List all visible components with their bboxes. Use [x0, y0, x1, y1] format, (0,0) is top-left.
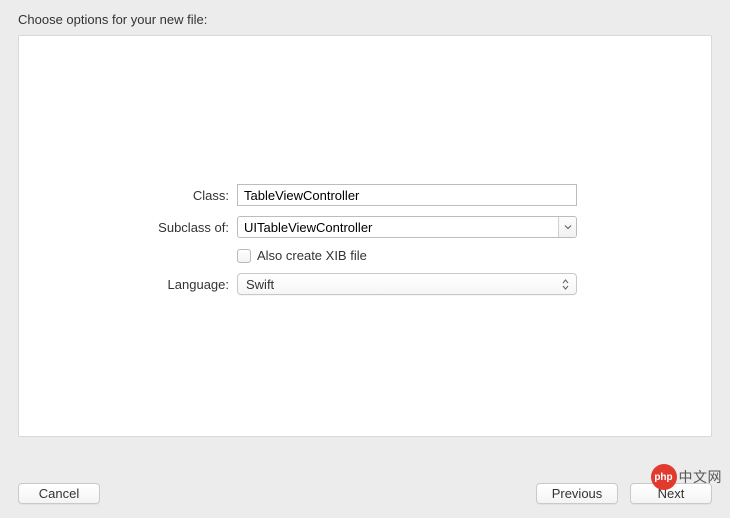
- chevron-down-icon: [562, 285, 569, 290]
- watermark: php 中文网: [651, 464, 723, 490]
- subclass-dropdown-button[interactable]: [558, 217, 576, 237]
- class-label: Class:: [19, 188, 237, 203]
- subclass-row: Subclass of:: [19, 216, 711, 238]
- language-value: Swift: [246, 277, 274, 292]
- language-select[interactable]: Swift: [237, 273, 577, 295]
- watermark-badge: php: [651, 464, 677, 490]
- dialog-footer: Cancel Previous Next: [18, 483, 712, 504]
- dialog-title: Choose options for your new file:: [18, 12, 207, 27]
- xib-row: Also create XIB file: [19, 248, 711, 263]
- language-label: Language:: [19, 277, 237, 292]
- class-row: Class:: [19, 184, 711, 206]
- select-arrows-icon: [560, 276, 570, 292]
- subclass-label: Subclass of:: [19, 220, 237, 235]
- subclass-field-wrap: [237, 216, 577, 238]
- options-panel: Class: Subclass of: Also create XIB file: [18, 35, 712, 437]
- cancel-button[interactable]: Cancel: [18, 483, 100, 504]
- chevron-up-icon: [562, 279, 569, 284]
- xib-checkbox-label: Also create XIB file: [257, 248, 367, 263]
- class-input[interactable]: [237, 184, 577, 206]
- chevron-down-icon: [564, 224, 572, 230]
- language-field-wrap: Swift: [237, 273, 577, 295]
- footer-left: Cancel: [18, 483, 100, 504]
- xib-checkbox-wrap: Also create XIB file: [237, 248, 577, 263]
- xib-checkbox[interactable]: [237, 249, 251, 263]
- language-row: Language: Swift: [19, 273, 711, 295]
- watermark-text: 中文网: [679, 467, 723, 487]
- previous-button[interactable]: Previous: [536, 483, 618, 504]
- class-field-wrap: [237, 184, 577, 206]
- subclass-input[interactable]: [237, 216, 577, 238]
- options-form: Class: Subclass of: Also create XIB file: [19, 184, 711, 305]
- dialog-header: Choose options for your new file:: [0, 0, 730, 35]
